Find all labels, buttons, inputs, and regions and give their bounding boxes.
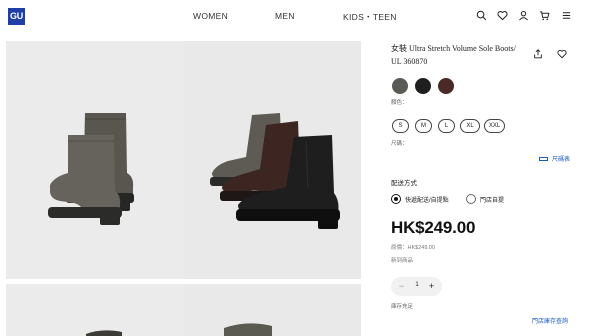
size-chart-label: 尺碼表 xyxy=(552,157,571,163)
size-option-s[interactable]: S xyxy=(392,119,409,133)
product-image-detail-1[interactable] xyxy=(6,284,184,336)
share-icon[interactable] xyxy=(533,46,543,59)
quantity-decrease-button[interactable]: − xyxy=(394,279,409,294)
product-image-pair[interactable] xyxy=(6,41,184,279)
quantity-value: 1 xyxy=(415,282,419,288)
store-stock-link[interactable]: 門店庫存查詢 xyxy=(532,316,568,325)
site-header: GU WOMEN MEN KIDS・TEEN xyxy=(0,0,600,32)
nav-men[interactable]: MEN xyxy=(275,11,295,21)
quantity-stepper: − 1 + xyxy=(391,277,442,296)
size-chart-link[interactable]: 尺碼表 xyxy=(539,154,570,163)
radio-delivery-store-pickup[interactable] xyxy=(466,194,476,204)
radio-label-store-pickup[interactable]: 門店自提 xyxy=(480,195,504,204)
color-swatch-dark-brown[interactable] xyxy=(438,78,454,94)
product-price: HK$249.00 xyxy=(391,218,476,237)
favorite-icon[interactable] xyxy=(557,46,567,59)
new-item-badge: 新到商品 xyxy=(391,258,414,264)
radio-label-courier[interactable]: 快遞配送/自提點 xyxy=(405,195,449,204)
delivery-label: 配送方式 xyxy=(391,180,417,187)
product-image-colors[interactable] xyxy=(184,41,361,279)
stock-status: 庫存充足 xyxy=(391,304,414,310)
color-label: 顏色： xyxy=(391,100,408,106)
product-title: 女裝 Ultra Stretch Volume Sole Boots/ UL 3… xyxy=(391,44,516,66)
nav-kids-teen[interactable]: KIDS・TEEN xyxy=(343,11,397,23)
size-option-xl[interactable]: XL xyxy=(460,119,480,133)
original-price: 原價：HK$249.00 xyxy=(391,245,436,251)
size-option-xxl[interactable]: XXL xyxy=(484,119,505,133)
color-swatch-black[interactable] xyxy=(415,78,431,94)
radio-delivery-courier[interactable] xyxy=(391,194,401,204)
menu-icon[interactable] xyxy=(561,10,572,21)
gu-logo[interactable]: GU xyxy=(8,8,25,25)
size-option-l[interactable]: L xyxy=(438,119,455,133)
cart-icon[interactable] xyxy=(539,10,550,21)
search-icon[interactable] xyxy=(476,10,487,21)
nav-women[interactable]: WOMEN xyxy=(193,11,228,21)
boot-front-illustration xyxy=(48,135,122,225)
size-label: 尺碼： xyxy=(391,141,408,147)
user-icon[interactable] xyxy=(518,10,529,21)
product-image-detail-2[interactable] xyxy=(184,284,361,336)
size-option-m[interactable]: M xyxy=(415,119,432,133)
ruler-icon xyxy=(539,157,548,162)
color-swatch-olive-gray[interactable] xyxy=(392,78,408,94)
quantity-increase-button[interactable]: + xyxy=(424,279,439,294)
heart-icon[interactable] xyxy=(497,10,508,21)
